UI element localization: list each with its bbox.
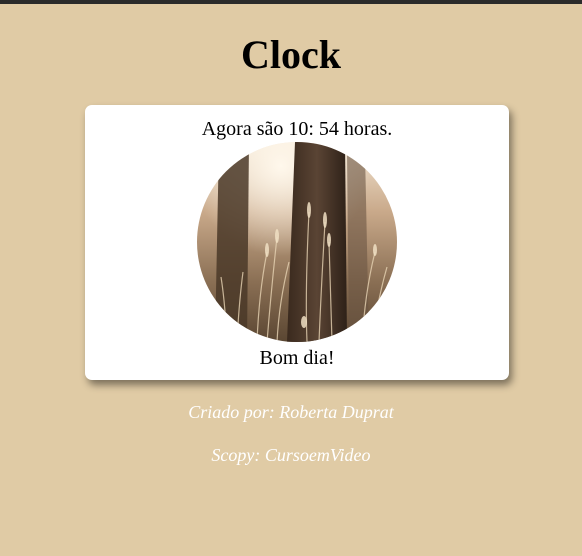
morning-photo (197, 142, 397, 342)
browser-top-bar (0, 0, 582, 4)
clock-card: Agora são 10: 54 horas. Bom dia! (85, 105, 509, 380)
page-title: Clock (241, 32, 341, 77)
time-message: Agora são 10: 54 horas. (201, 118, 393, 140)
scopy-credit: Scopy: CursoemVideo (211, 445, 371, 465)
greeting-text: Bom dia! (259, 347, 335, 369)
author-credit: Criado por: Roberta Duprat (188, 402, 394, 422)
